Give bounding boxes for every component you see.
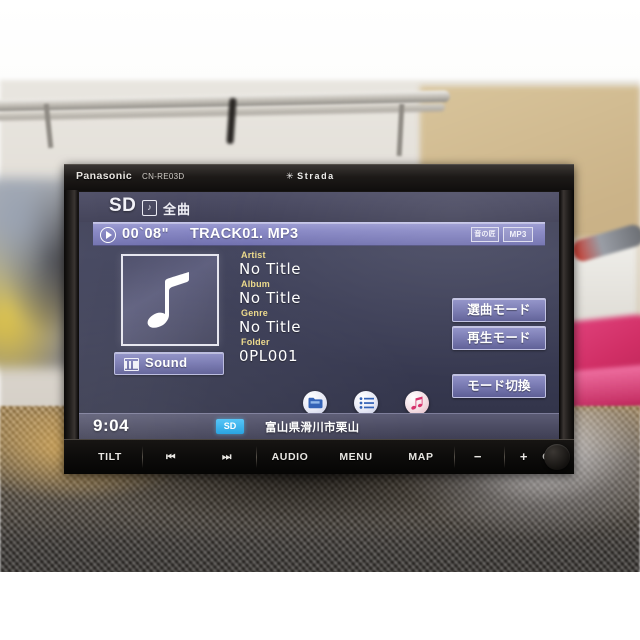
- menu-button[interactable]: MENU: [324, 445, 388, 469]
- unit-top-bezel: Panasonic CN-RE03D ✳ Strada: [64, 164, 574, 191]
- sound-button-label: Sound: [145, 355, 188, 370]
- music-note-icon: [147, 272, 189, 328]
- strada-logo: ✳ Strada: [286, 171, 335, 182]
- model-number: CN-RE03D: [142, 171, 185, 181]
- sound-button[interactable]: Sound: [114, 352, 224, 375]
- folder-glyph: [308, 397, 322, 409]
- audio-button[interactable]: AUDIO: [258, 445, 322, 469]
- strada-logo-text: Strada: [297, 170, 335, 181]
- car-navigation-head-unit: Panasonic CN-RE03D ✳ Strada SD ♪ 全曲 00`08…: [64, 164, 574, 474]
- play-icon: [100, 227, 116, 243]
- background-ceiling: [0, 0, 640, 86]
- status-bar: 9:04 SD 富山県滑川市栗山: [79, 413, 559, 440]
- mode-switch-button[interactable]: モード切換: [452, 374, 546, 398]
- panasonic-logo: Panasonic: [76, 170, 133, 182]
- music-note-icon[interactable]: [405, 391, 429, 415]
- elapsed-time: 00`08": [122, 225, 169, 242]
- hardware-button-bar: TILT ⏮ ⏭ AUDIO MENU MAP − + OPT: [64, 439, 574, 474]
- folder-icon[interactable]: [303, 391, 327, 415]
- album-value: No Title: [239, 289, 302, 307]
- list-glyph: [359, 397, 374, 409]
- map-button[interactable]: MAP: [390, 445, 452, 469]
- music-note-box-icon: ♪: [142, 200, 157, 216]
- left-bezel: [64, 190, 78, 440]
- track-select-mode-button[interactable]: 選曲モード: [452, 298, 546, 322]
- playback-mode-button[interactable]: 再生モード: [452, 326, 546, 350]
- list-icon[interactable]: [354, 391, 378, 415]
- album-art-placeholder: [121, 254, 219, 346]
- metadata-album: Album No Title: [239, 279, 429, 307]
- background-bottom-margin: [0, 572, 640, 640]
- artist-value: No Title: [239, 260, 302, 278]
- folder-value: 0PL001: [239, 347, 299, 365]
- volume-down-button[interactable]: −: [456, 445, 500, 469]
- metadata-artist: Artist No Title: [239, 250, 429, 278]
- note-glyph: [410, 396, 422, 410]
- strada-star-icon: ✳: [286, 170, 296, 181]
- equalizer-icon: [124, 358, 139, 371]
- current-location-label: 富山県滑川市栗山: [265, 420, 360, 434]
- sd-indicator: SD: [216, 419, 244, 434]
- source-label: SD: [109, 195, 137, 216]
- genre-value: No Title: [239, 318, 302, 336]
- lcd-screen[interactable]: SD ♪ 全曲 00`08" TRACK01. MP3 音の匠 MP3 Soun…: [79, 192, 559, 440]
- track-title: TRACK01. MP3: [190, 225, 299, 242]
- metadata-genre: Genre No Title: [239, 308, 429, 336]
- track-metadata: Artist No Title Album No Title Genre No …: [239, 250, 429, 366]
- oto-no-takumi-badge: 音の匠: [471, 227, 499, 242]
- metadata-folder: Folder 0PL001: [239, 337, 429, 365]
- next-track-button[interactable]: ⏭: [202, 445, 252, 469]
- mp3-badge: MP3: [503, 227, 533, 242]
- now-playing-body: Sound Artist No Title Album No Title Gen…: [79, 244, 559, 398]
- play-mode-label: 全曲: [163, 202, 192, 217]
- rotary-knob[interactable]: [544, 444, 570, 470]
- now-playing-bar[interactable]: 00`08" TRACK01. MP3 音の匠 MP3: [93, 222, 545, 246]
- previous-track-button[interactable]: ⏮: [146, 445, 196, 469]
- clock: 9:04: [93, 416, 130, 435]
- tilt-button[interactable]: TILT: [82, 445, 138, 469]
- right-bezel: [560, 190, 574, 440]
- source-header: SD ♪ 全曲: [79, 192, 559, 222]
